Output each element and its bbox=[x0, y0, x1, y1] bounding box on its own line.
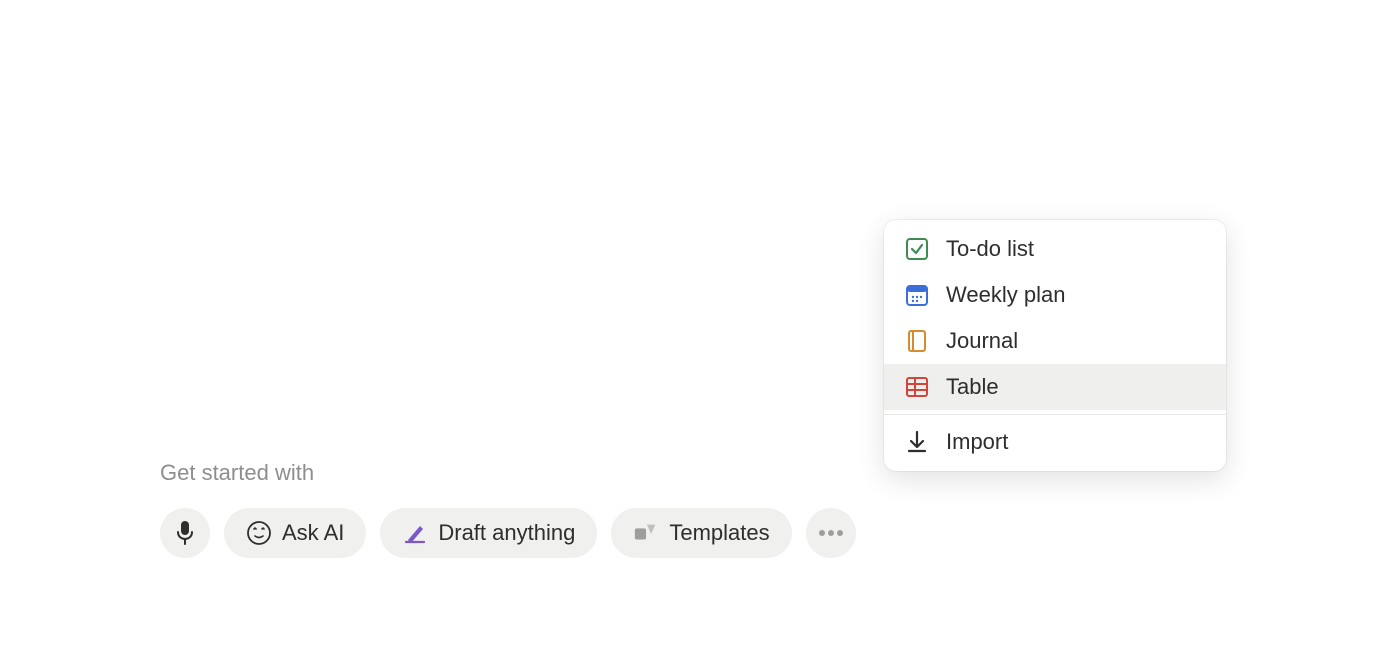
popover-item-label: Table bbox=[946, 374, 999, 400]
todo-icon bbox=[904, 236, 930, 262]
popover-item-table[interactable]: Table bbox=[884, 364, 1226, 410]
draft-anything-button[interactable]: Draft anything bbox=[380, 508, 597, 558]
pencil-icon bbox=[402, 520, 428, 546]
ask-ai-label: Ask AI bbox=[282, 520, 344, 546]
templates-label: Templates bbox=[669, 520, 769, 546]
more-options-popover: To-do list Weekly plan Journal bbox=[884, 220, 1226, 471]
shapes-icon bbox=[633, 520, 659, 546]
ask-ai-button[interactable]: Ask AI bbox=[224, 508, 366, 558]
popover-item-label: Import bbox=[946, 429, 1008, 455]
journal-icon bbox=[904, 328, 930, 354]
download-icon bbox=[904, 429, 930, 455]
face-icon bbox=[246, 520, 272, 546]
draft-anything-label: Draft anything bbox=[438, 520, 575, 546]
popover-divider bbox=[884, 414, 1226, 415]
table-icon bbox=[904, 374, 930, 400]
popover-item-label: Journal bbox=[946, 328, 1018, 354]
popover-item-label: Weekly plan bbox=[946, 282, 1065, 308]
starter-button-row: Ask AI Draft anything Templates bbox=[160, 508, 856, 558]
microphone-icon bbox=[172, 520, 198, 546]
popover-item-weekly-plan[interactable]: Weekly plan bbox=[884, 272, 1226, 318]
popover-item-journal[interactable]: Journal bbox=[884, 318, 1226, 364]
get-started-label: Get started with bbox=[160, 460, 856, 486]
calendar-icon bbox=[904, 282, 930, 308]
popover-item-todo[interactable]: To-do list bbox=[884, 226, 1226, 272]
popover-item-label: To-do list bbox=[946, 236, 1034, 262]
get-started-section: Get started with Ask AI bbox=[160, 460, 856, 558]
voice-button[interactable] bbox=[160, 508, 210, 558]
more-horizontal-icon bbox=[818, 520, 844, 546]
more-options-button[interactable] bbox=[806, 508, 856, 558]
templates-button[interactable]: Templates bbox=[611, 508, 791, 558]
popover-item-import[interactable]: Import bbox=[884, 419, 1226, 465]
